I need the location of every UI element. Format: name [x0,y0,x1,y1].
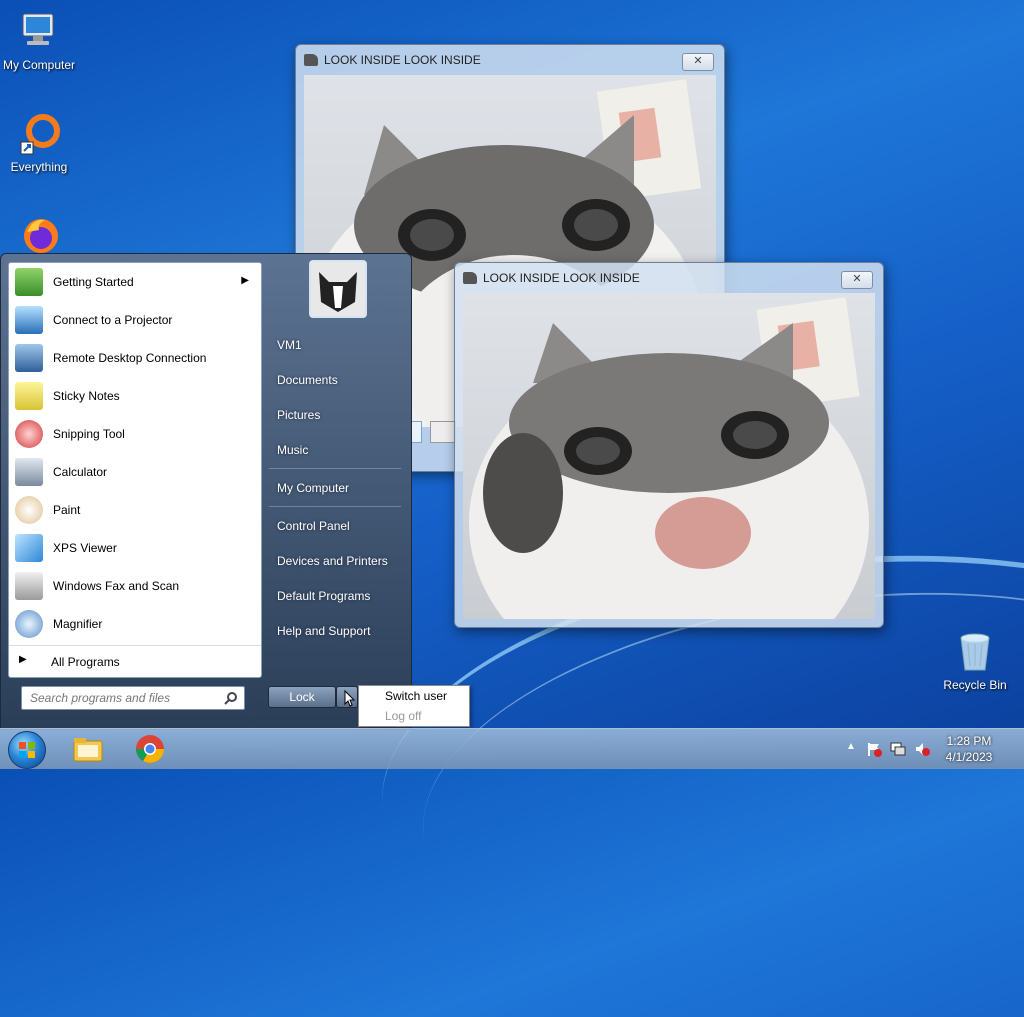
start-right-help-support[interactable]: Help and Support [277,624,370,638]
all-programs[interactable]: ▶ All Programs [9,645,261,676]
desktop-icon-label: Recycle Bin [943,678,1007,692]
show-hidden-icons-icon[interactable]: ▲ [846,741,856,752]
chevron-right-icon: ▶ [19,654,27,665]
paint-icon [15,496,43,524]
recycle-bin-icon [953,630,997,674]
power-options-menu: Switch user Log off [358,685,470,727]
window-look-inside-front[interactable]: LOOK INSIDE LOOK INSIDE ✕ [454,262,884,628]
windows-logo-icon [19,742,35,758]
program-paint[interactable]: Paint [9,491,261,529]
chevron-right-icon: ▶ [241,275,249,286]
desktop-icon-label: Everything [10,160,68,174]
start-button[interactable] [8,731,46,769]
window-title: LOOK INSIDE LOOK INSIDE [324,53,481,67]
clock-time: 1:28 PM [946,734,992,748]
sticky-notes-icon [15,382,43,410]
start-right-my-computer[interactable]: My Computer [277,481,349,495]
window-title: LOOK INSIDE LOOK INSIDE [483,271,640,285]
program-snipping-tool[interactable]: Snipping Tool [9,415,261,453]
cat-image [463,293,875,619]
search-input[interactable]: Search programs and files [21,686,245,710]
desktop-icon-label: My Computer [2,58,76,72]
program-remote-desktop[interactable]: Remote Desktop Connection [9,339,261,377]
start-menu-programs-pane: Getting Started ▶ Connect to a Projector… [8,262,262,678]
window-titlebar[interactable]: LOOK INSIDE LOOK INSIDE ✕ [455,263,883,293]
desktop-icon-everything[interactable]: Everything [0,112,81,174]
computer-icon [17,10,61,54]
program-connect-projector[interactable]: Connect to a Projector [9,301,261,339]
volume-muted-icon[interactable] [914,741,930,757]
log-off-item[interactable]: Log off [385,709,421,723]
app-icon [463,272,477,284]
power-options-arrow[interactable] [336,686,358,708]
dialog-button[interactable] [430,421,456,443]
cursor-icon [344,689,356,707]
fax-scan-icon [15,572,43,600]
explorer-icon[interactable] [72,733,104,765]
start-right-music[interactable]: Music [277,443,308,457]
separator [269,506,401,507]
start-right-pictures[interactable]: Pictures [277,408,320,422]
window-titlebar[interactable]: LOOK INSIDE LOOK INSIDE ✕ [296,45,724,75]
projector-icon [15,306,43,334]
start-right-user[interactable]: VM1 [277,338,302,352]
taskbar: ▲ 1:28 PM 4/1/2023 [0,728,1024,769]
app-icon [304,54,318,66]
calculator-icon [15,458,43,486]
start-right-control-panel[interactable]: Control Panel [277,519,350,533]
avatar[interactable] [309,260,367,318]
xps-viewer-icon [15,534,43,562]
program-getting-started[interactable]: Getting Started ▶ [9,263,261,301]
start-right-documents[interactable]: Documents [277,373,338,387]
desktop-icon-recycle-bin[interactable]: Recycle Bin [933,630,1017,692]
program-magnifier[interactable]: Magnifier [9,605,261,643]
network-icon[interactable] [890,741,906,757]
magnifier-icon [15,610,43,638]
program-sticky-notes[interactable]: Sticky Notes [9,377,261,415]
clock[interactable]: 1:28 PM 4/1/2023 [934,733,1004,765]
remote-desktop-icon [15,344,43,372]
snipping-tool-icon [15,420,43,448]
desktop-icon-my-computer[interactable]: My Computer [0,10,81,72]
firefox-icon [17,212,61,256]
start-right-default-programs[interactable]: Default Programs [277,589,370,603]
lock-button[interactable]: Lock [268,686,336,708]
program-calculator[interactable]: Calculator [9,453,261,491]
everything-icon [17,112,61,156]
clock-date: 4/1/2023 [945,750,993,764]
close-button[interactable]: ✕ [682,53,714,71]
action-center-icon[interactable] [866,741,882,757]
program-xps-viewer[interactable]: XPS Viewer [9,529,261,567]
search-icon [224,692,237,705]
chrome-icon[interactable] [134,733,166,765]
start-menu: Getting Started ▶ Connect to a Projector… [0,253,412,730]
separator [269,468,401,469]
start-right-devices-printers[interactable]: Devices and Printers [277,554,388,568]
system-tray: ▲ [844,729,944,769]
close-button[interactable]: ✕ [841,271,873,289]
getting-started-icon [15,268,43,296]
switch-user-item[interactable]: Switch user [385,689,447,703]
program-fax-scan[interactable]: Windows Fax and Scan [9,567,261,605]
